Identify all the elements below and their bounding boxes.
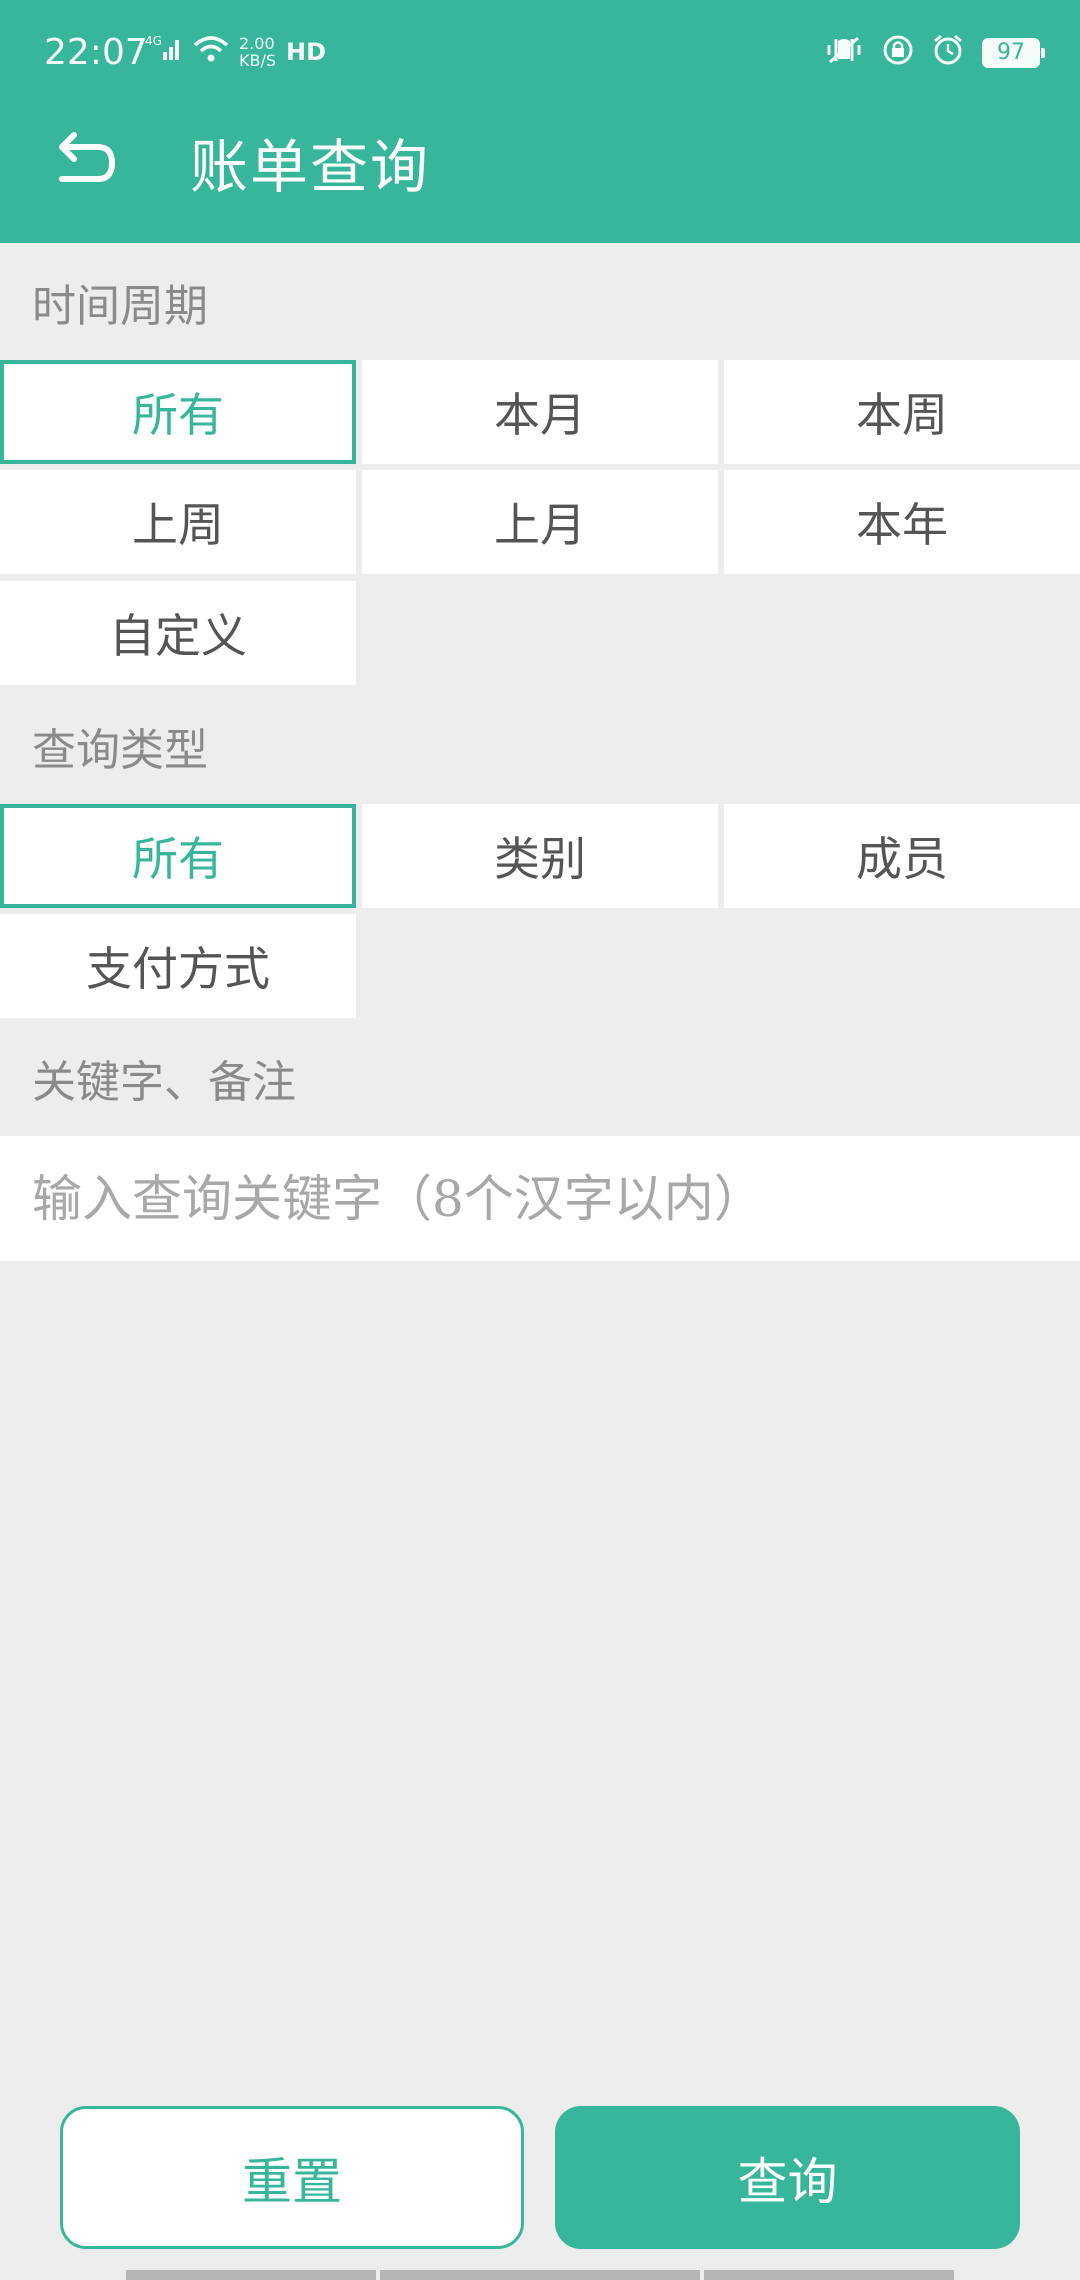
back-arrow-icon	[59, 132, 116, 182]
signal-icon: 4G	[145, 34, 183, 69]
nav-bar-segment-right	[704, 2270, 954, 2280]
status-network-group: 4G 2.00 KB/S HD	[145, 34, 326, 69]
query-button[interactable]: 查询	[555, 2106, 1020, 2249]
type-option-category[interactable]: 类别	[362, 804, 718, 908]
time-option-this-year[interactable]: 本年	[724, 470, 1080, 574]
speed-unit: KB/S	[239, 50, 277, 70]
time-option-all[interactable]: 所有	[0, 360, 356, 464]
reset-button[interactable]: 重置	[60, 2106, 524, 2249]
status-time: 22:07	[44, 32, 148, 73]
network-speed: 2.00 KB/S	[239, 35, 276, 69]
network-type-text: 4G	[145, 34, 162, 48]
nav-bar-segment-middle	[380, 2270, 700, 2280]
status-bar: 22:07 4G 2.00 KB/S HD 97	[0, 0, 1080, 110]
nav-bar-segment-left	[126, 2270, 376, 2280]
keyword-input-container	[0, 1136, 1080, 1261]
vibrate-icon	[824, 35, 864, 70]
back-button[interactable]	[48, 125, 118, 195]
type-option-all[interactable]: 所有	[0, 804, 356, 908]
time-option-this-week[interactable]: 本周	[724, 360, 1080, 464]
keyword-label: 关键字、备注	[32, 1057, 296, 1108]
type-option-member[interactable]: 成员	[724, 804, 1080, 908]
app-header: 22:07 4G 2.00 KB/S HD 97 账单查询	[0, 0, 1080, 243]
alarm-icon	[932, 34, 964, 71]
time-option-last-week[interactable]: 上周	[0, 470, 356, 574]
battery-icon: 97	[982, 37, 1045, 68]
time-period-label: 时间周期	[32, 281, 208, 332]
status-right-group: 97	[824, 34, 1045, 71]
lock-rotation-icon	[882, 34, 914, 71]
time-option-custom[interactable]: 自定义	[0, 581, 356, 685]
type-option-payment-method[interactable]: 支付方式	[0, 914, 356, 1018]
query-type-label: 查询类型	[32, 725, 208, 776]
time-option-this-month[interactable]: 本月	[362, 360, 718, 464]
time-option-last-month[interactable]: 上月	[362, 470, 718, 574]
page-title: 账单查询	[190, 133, 431, 201]
wifi-icon	[193, 35, 229, 68]
hd-call-icon: HD	[286, 37, 327, 66]
speed-value: 2.00	[239, 33, 275, 53]
keyword-input[interactable]	[0, 1136, 1080, 1261]
